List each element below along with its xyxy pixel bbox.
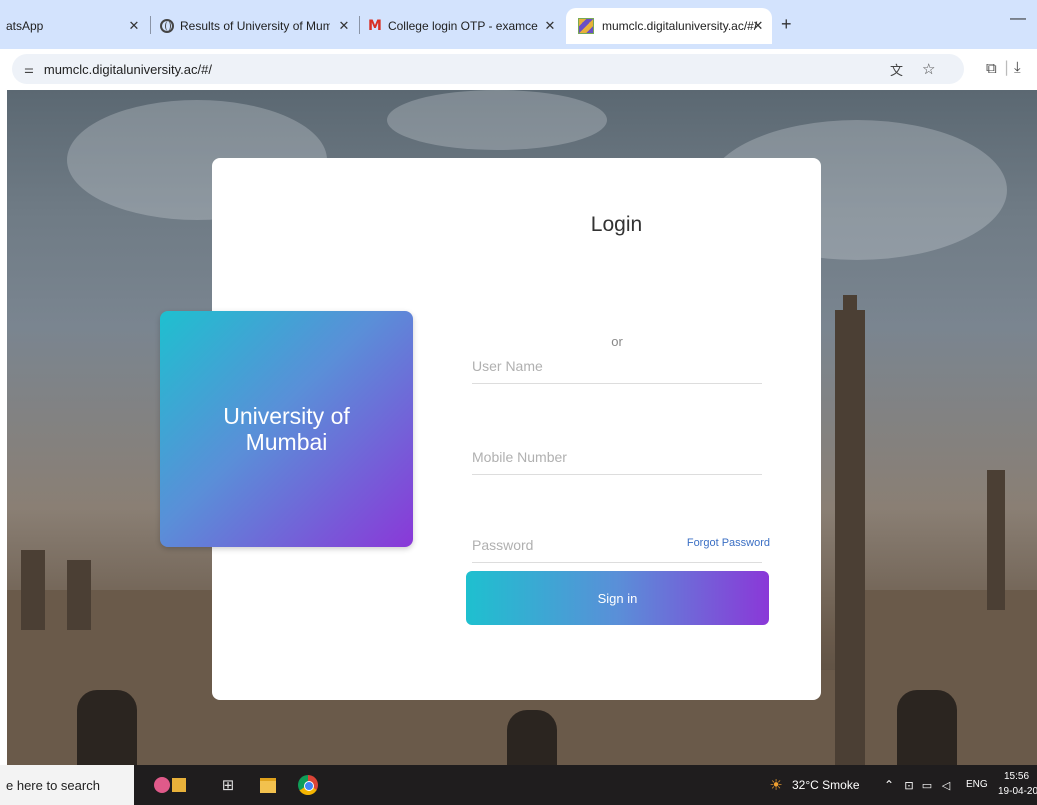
tab-title: atsApp — [6, 19, 44, 33]
tab-separator — [150, 16, 151, 34]
extensions-icon[interactable]: ⧉ — [986, 59, 997, 77]
close-icon[interactable]: ✕ — [542, 18, 558, 34]
close-icon[interactable]: ✕ — [336, 18, 352, 34]
username-input[interactable] — [472, 349, 762, 384]
weather-text[interactable]: 32°C Smoke — [792, 778, 860, 792]
university-brand-panel: University of Mumbai — [160, 311, 413, 547]
taskbar-search[interactable]: e here to search — [0, 765, 134, 805]
speaker-muted-icon[interactable]: ◁ — [938, 773, 954, 797]
arched-window — [507, 710, 557, 765]
tab-title: College login OTP - examcell@ — [387, 19, 538, 33]
tab-results[interactable]: Results of University of Mumb ✕ — [160, 8, 356, 44]
clock-date[interactable]: 19-04-20 — [998, 786, 1037, 797]
clock-time[interactable]: 15:56 — [1004, 771, 1029, 782]
translate-icon[interactable]: 文 — [890, 60, 903, 79]
tab-title: mumclc.digitaluniversity.ac/#/ — [602, 19, 758, 33]
toolbar-divider: | — [1004, 58, 1010, 76]
download-icon[interactable]: ⤓ — [1014, 58, 1021, 76]
login-title: Login — [590, 213, 643, 236]
chrome-icon[interactable] — [294, 773, 322, 797]
or-separator: or — [611, 334, 623, 349]
sign-in-button[interactable]: Sign in — [466, 571, 769, 625]
mobile-number-input[interactable] — [472, 440, 762, 475]
close-icon[interactable]: ✕ — [126, 18, 142, 34]
forgot-password-link[interactable]: Forgot Password — [592, 537, 770, 549]
tab-title: Results of University of Mumb — [180, 19, 330, 33]
url-text: mumclc.digitaluniversity.ac/#/ — [43, 61, 212, 77]
network-icon[interactable]: ⊡ — [902, 773, 916, 797]
chimney — [21, 550, 45, 630]
spire — [987, 470, 1005, 610]
windows-taskbar: e here to search ⊞ ☀ 32°C Smoke ⌃ ⊡ ▭ ◁ … — [0, 765, 1037, 805]
display-icon[interactable]: ▭ — [920, 773, 934, 797]
page-background: Login or Forgot Password Sign in Univers… — [7, 90, 1037, 765]
close-icon[interactable]: ✕ — [750, 18, 766, 34]
language-indicator[interactable]: ENG — [966, 779, 988, 790]
globe-icon — [160, 19, 174, 33]
browser-toolbar: ⚌ mumclc.digitaluniversity.ac/#/ 文 ☆ ⧉ |… — [0, 49, 1037, 90]
tab-gmail[interactable]: M College login OTP - examcell@ ✕ — [368, 8, 560, 44]
file-explorer-icon[interactable] — [258, 773, 278, 797]
chevron-up-icon[interactable]: ⌃ — [882, 773, 896, 797]
site-info-icon[interactable]: ⚌ — [24, 63, 34, 76]
browser-tab-strip: atsApp ✕ Results of University of Mumb ✕… — [0, 0, 1037, 49]
tab-whatsapp[interactable]: atsApp ✕ — [6, 8, 146, 44]
spire-top — [843, 295, 857, 315]
new-tab-icon[interactable]: + — [781, 14, 792, 35]
search-text: e here to search — [6, 777, 100, 793]
chimney — [67, 560, 91, 630]
bookmark-star-icon[interactable]: ☆ — [922, 60, 935, 78]
tab-separator — [359, 16, 360, 34]
weather-icon[interactable]: ☀ — [766, 773, 786, 797]
widgets-icon[interactable] — [150, 773, 190, 797]
brand-text: University of Mumbai — [223, 403, 350, 455]
arched-window — [77, 690, 137, 765]
task-view-icon[interactable]: ⊞ — [218, 773, 238, 797]
spire — [835, 310, 865, 765]
gmail-icon: M — [368, 18, 382, 34]
tab-mumclc[interactable]: mumclc.digitaluniversity.ac/#/ ✕ — [566, 8, 772, 44]
university-favicon-icon — [578, 18, 594, 34]
minimize-icon[interactable]: — — [1010, 10, 1026, 28]
address-bar[interactable]: ⚌ mumclc.digitaluniversity.ac/#/ 文 ☆ — [12, 54, 964, 84]
arched-window — [897, 690, 957, 765]
cloud — [387, 90, 607, 150]
